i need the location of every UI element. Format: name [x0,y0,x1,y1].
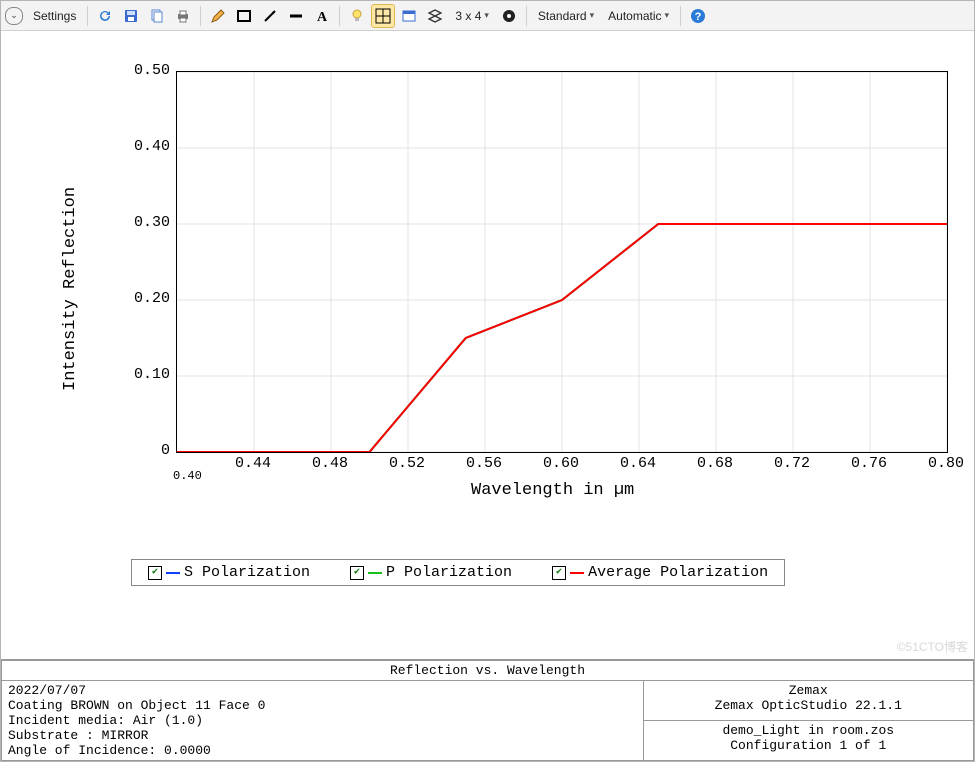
legend-swatch [368,572,382,574]
target-icon[interactable] [497,4,521,28]
refresh-icon[interactable] [93,4,117,28]
info-right-bottom: demo_Light in room.zos Configuration 1 o… [643,721,973,761]
info-line: 2022/07/07 [8,683,637,698]
lightbulb-icon[interactable] [345,4,369,28]
x-tick: 0.76 [849,455,889,472]
copy-icon[interactable] [145,4,169,28]
info-right-top: Zemax Zemax OpticStudio 22.1.1 [643,681,973,721]
info-left: 2022/07/07 Coating BROWN on Object 11 Fa… [2,681,644,761]
save-icon[interactable] [119,4,143,28]
rectangle-tool-icon[interactable] [232,4,256,28]
standard-dropdown[interactable]: Standard [532,5,600,27]
separator [680,6,681,26]
separator [339,6,340,26]
plot-svg [177,72,947,452]
checkbox-icon[interactable]: ✔ [552,566,566,580]
legend-item[interactable]: ✔ P Polarization [350,564,512,581]
automatic-dropdown[interactable]: Automatic [602,5,675,27]
text-tool-icon[interactable]: A [310,4,334,28]
info-line: Zemax [650,683,967,698]
info-panel: Reflection vs. Wavelength 2022/07/07 Coa… [1,659,974,761]
legend: ✔ S Polarization ✔ P Polarization ✔ Aver… [131,559,785,586]
info-line: Configuration 1 of 1 [650,738,967,753]
x-axis-label: Wavelength in µm [471,481,634,500]
app-window: ⌄ Settings A [0,0,975,762]
x-tick: 0.68 [695,455,735,472]
x-tick: 0.56 [464,455,504,472]
y-tick: 0.10 [128,366,170,383]
y-tick: 0.50 [128,62,170,79]
help-icon[interactable]: ? [686,4,710,28]
info-line: Coating BROWN on Object 11 Face 0 [8,698,637,713]
svg-text:A: A [317,10,328,24]
layers-icon[interactable] [423,4,447,28]
info-title: Reflection vs. Wavelength [2,661,974,681]
checkbox-icon[interactable]: ✔ [350,566,364,580]
legend-swatch [570,572,584,574]
dash-tool-icon[interactable] [284,4,308,28]
plot-frame[interactable] [176,71,948,453]
y-axis-label: Intensity Reflection [61,187,80,391]
toolbar: ⌄ Settings A [1,1,974,31]
pencil-icon[interactable] [206,4,230,28]
x-tick: 0.48 [310,455,350,472]
legend-swatch [166,572,180,574]
crosshair-icon[interactable] [371,4,395,28]
legend-item[interactable]: ✔ Average Polarization [552,564,768,581]
line-tool-icon[interactable] [258,4,282,28]
y-tick: 0 [128,442,170,459]
legend-label: S Polarization [184,564,310,581]
watermark: ©51CTO博客 [897,638,968,655]
x-tick: 0.64 [618,455,658,472]
x-tick: 0.72 [772,455,812,472]
info-line: Angle of Incidence: 0.0000 [8,743,637,758]
collapse-icon[interactable]: ⌄ [5,7,23,25]
y-tick: 0.40 [128,138,170,155]
x-tick: 0.80 [926,455,966,472]
settings-button[interactable]: Settings [27,5,82,27]
separator [200,6,201,26]
grid-size-dropdown[interactable]: 3 x 4 [449,5,495,27]
info-line: Substrate : MIRROR [8,728,637,743]
separator [526,6,527,26]
y-tick: 0.30 [128,214,170,231]
info-line: demo_Light in room.zos [650,723,967,738]
legend-label: Average Polarization [588,564,768,581]
x-tick: 0.60 [541,455,581,472]
info-line: Incident media: Air (1.0) [8,713,637,728]
svg-text:?: ? [695,11,702,23]
info-line: Zemax OpticStudio 22.1.1 [650,698,967,713]
print-icon[interactable] [171,4,195,28]
legend-item[interactable]: ✔ S Polarization [148,564,310,581]
x-tick: 0.44 [233,455,273,472]
legend-label: P Polarization [386,564,512,581]
x-tick: 0.52 [387,455,427,472]
y-tick: 0.20 [128,290,170,307]
window-icon[interactable] [397,4,421,28]
chart-area: Intensity Reflection 0 0.10 0.20 0.30 0.40 0.… [1,31,974,659]
checkbox-icon[interactable]: ✔ [148,566,162,580]
x-origin-label: 0.40 [173,469,202,483]
separator [87,6,88,26]
